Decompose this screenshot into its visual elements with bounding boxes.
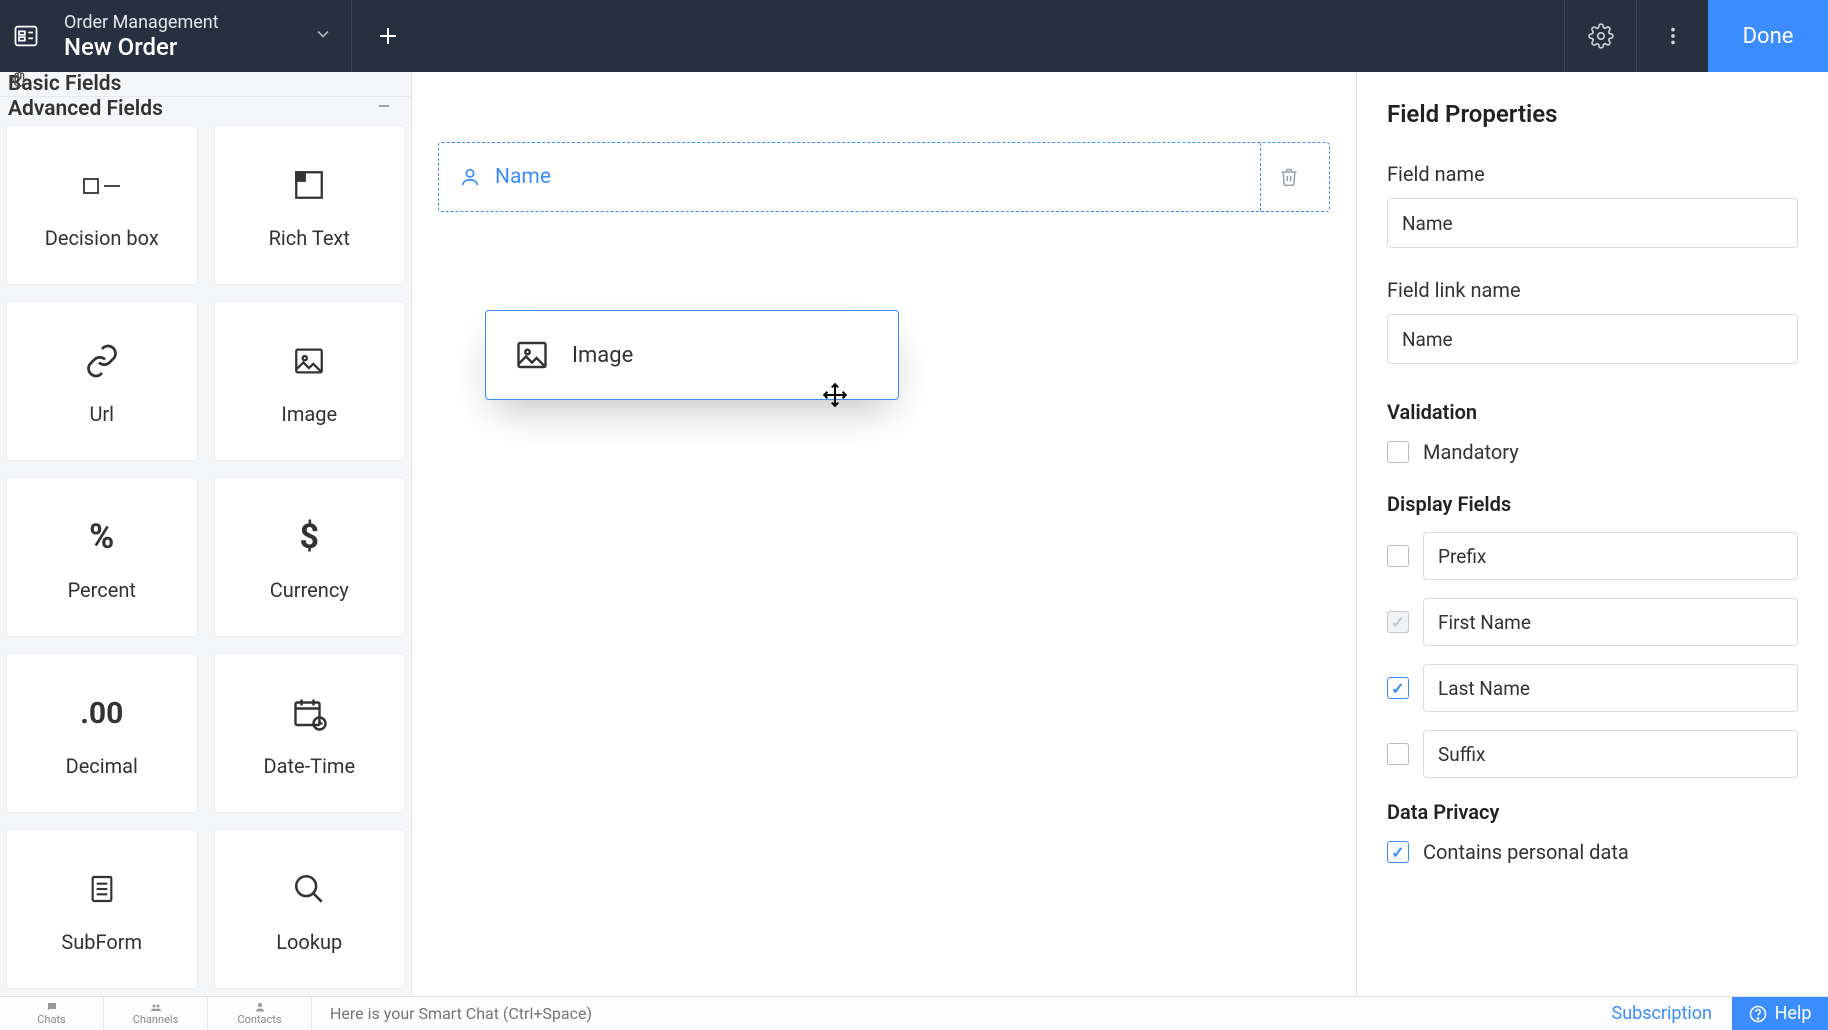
add-button[interactable]: [352, 0, 424, 72]
chats-tab[interactable]: Chats: [0, 997, 104, 1030]
fields-sidebar: Basic Fields Advanced Fields Decision bo…: [0, 72, 412, 996]
richtext-icon: [292, 160, 326, 210]
field-tile-label: Decimal: [66, 754, 138, 778]
mandatory-label: Mandatory: [1423, 440, 1519, 464]
privacy-checkbox[interactable]: [1387, 841, 1409, 863]
app-title-line2: New Order: [64, 33, 219, 61]
advanced-fields-label: Advanced Fields: [8, 97, 163, 121]
delete-field-button[interactable]: [1269, 157, 1309, 197]
data-privacy-title: Data Privacy: [1387, 800, 1798, 824]
field-tile-label: Date-Time: [263, 754, 355, 778]
mandatory-row[interactable]: Mandatory: [1387, 440, 1798, 464]
field-tile-label: Rich Text: [269, 226, 350, 250]
top-bar: Order Management New Order Done: [0, 0, 1828, 72]
settings-button[interactable]: [1564, 0, 1636, 72]
validation-title: Validation: [1387, 400, 1798, 424]
done-button[interactable]: Done: [1708, 0, 1828, 72]
field-tile-decision[interactable]: Decision box: [6, 125, 198, 285]
percent-icon: %: [89, 512, 114, 562]
url-icon: [84, 336, 120, 386]
basic-fields-header[interactable]: Basic Fields: [0, 72, 411, 96]
field-link-input[interactable]: [1387, 314, 1798, 364]
field-tile-subform[interactable]: SubForm: [6, 829, 198, 989]
field-properties-panel: Field Properties Field name Field link n…: [1356, 72, 1828, 996]
display-field-input[interactable]: [1423, 664, 1798, 712]
datetime-icon: [291, 688, 327, 738]
privacy-row[interactable]: Contains personal data: [1387, 840, 1798, 864]
field-tile-label: Currency: [270, 578, 349, 602]
image-icon: [292, 336, 326, 386]
field-tile-currency[interactable]: $ Currency: [214, 477, 406, 637]
field-tile-lookup[interactable]: Lookup: [214, 829, 406, 989]
placed-name-field[interactable]: Name: [438, 142, 1330, 212]
display-field-row: [1387, 532, 1798, 580]
more-menu-button[interactable]: [1636, 0, 1708, 72]
field-tiles-grid: Decision box Rich Text Url Image% Percent $ Cu…: [0, 121, 411, 1005]
app-title-dropdown[interactable]: Order Management New Order: [52, 0, 352, 72]
decision-icon: [82, 160, 122, 210]
chevron-down-icon[interactable]: [313, 24, 333, 48]
properties-title: Field Properties: [1387, 100, 1798, 128]
display-field-checkbox[interactable]: [1387, 677, 1409, 699]
field-name-input[interactable]: [1387, 198, 1798, 248]
image-icon: [514, 337, 550, 373]
display-field-row: [1387, 664, 1798, 712]
display-field-input[interactable]: [1423, 532, 1798, 580]
advanced-fields-header[interactable]: Advanced Fields: [0, 96, 411, 121]
field-name-label: Field name: [1387, 162, 1798, 186]
app-title-line1: Order Management: [64, 12, 219, 33]
lookup-icon: [292, 864, 326, 914]
person-icon: [459, 166, 481, 188]
currency-icon: $: [299, 512, 319, 562]
channels-tab[interactable]: Channels: [104, 997, 208, 1030]
display-field-input[interactable]: [1423, 598, 1798, 646]
display-field-checkbox[interactable]: [1387, 611, 1409, 633]
field-tile-label: Image: [281, 402, 337, 426]
field-tile-richtext[interactable]: Rich Text: [214, 125, 406, 285]
display-field-checkbox[interactable]: [1387, 743, 1409, 765]
app-logo-icon[interactable]: [0, 0, 52, 72]
smart-chat-input[interactable]: [312, 997, 1592, 1030]
display-field-checkbox[interactable]: [1387, 545, 1409, 567]
display-field-row: [1387, 730, 1798, 778]
dragging-field-label: Image: [572, 343, 633, 368]
hand-cursor-icon: [8, 70, 30, 98]
field-tile-label: Url: [89, 402, 114, 426]
placed-field-label: Name: [495, 165, 1252, 189]
field-tile-image[interactable]: Image: [214, 301, 406, 461]
field-tile-decimal[interactable]: .00 Decimal: [6, 653, 198, 813]
field-tile-label: Percent: [68, 578, 136, 602]
field-tile-url[interactable]: Url: [6, 301, 198, 461]
subform-icon: [86, 864, 118, 914]
collapse-icon[interactable]: [375, 97, 393, 121]
field-tile-percent[interactable]: % Percent: [6, 477, 198, 637]
field-link-label: Field link name: [1387, 278, 1798, 302]
field-tile-label: SubForm: [61, 930, 142, 954]
contacts-tab[interactable]: Contacts: [208, 997, 312, 1030]
decimal-icon: .00: [80, 688, 123, 738]
move-cursor-icon: [822, 382, 848, 412]
bottom-bar: Chats Channels Contacts Subscription Hel…: [0, 996, 1828, 1030]
subscription-link[interactable]: Subscription: [1592, 1003, 1733, 1024]
field-tile-datetime[interactable]: Date-Time: [214, 653, 406, 813]
display-field-input[interactable]: [1423, 730, 1798, 778]
field-tile-label: Lookup: [276, 930, 342, 954]
mandatory-checkbox[interactable]: [1387, 441, 1409, 463]
field-tile-label: Decision box: [45, 226, 159, 250]
privacy-label: Contains personal data: [1423, 840, 1629, 864]
display-fields-title: Display Fields: [1387, 492, 1798, 516]
display-field-row: [1387, 598, 1798, 646]
help-button[interactable]: Help: [1732, 997, 1828, 1030]
